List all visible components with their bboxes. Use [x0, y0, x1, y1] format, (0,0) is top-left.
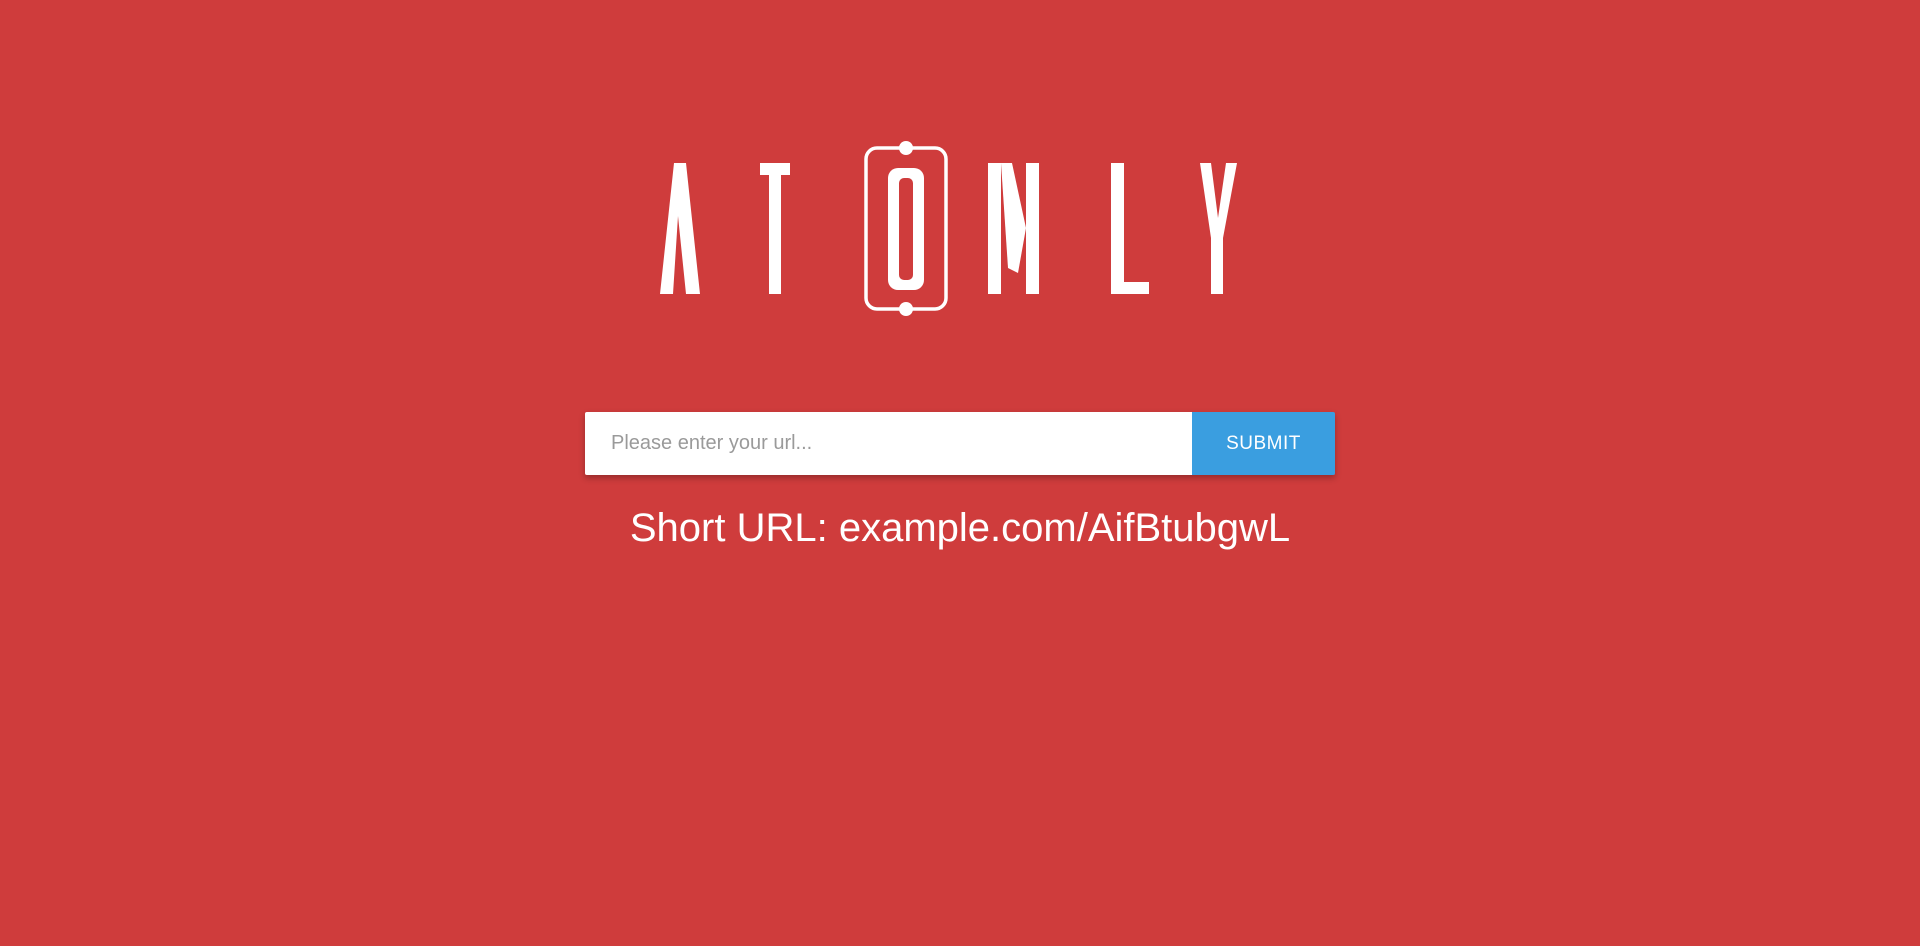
- atomly-logo: [660, 138, 1260, 328]
- page: SUBMIT Short URL: example.com/AifBtubgwL: [0, 0, 1920, 946]
- short-url-label: Short URL:: [629, 506, 828, 550]
- atomly-logo-graphic: [660, 141, 1237, 316]
- url-input[interactable]: [585, 412, 1192, 475]
- shorten-form: SUBMIT: [585, 412, 1335, 475]
- short-url-value[interactable]: example.com/AifBtubgwL: [839, 506, 1290, 550]
- short-url-result: Short URL: example.com/AifBtubgwL: [0, 502, 1920, 554]
- submit-button[interactable]: SUBMIT: [1192, 412, 1335, 475]
